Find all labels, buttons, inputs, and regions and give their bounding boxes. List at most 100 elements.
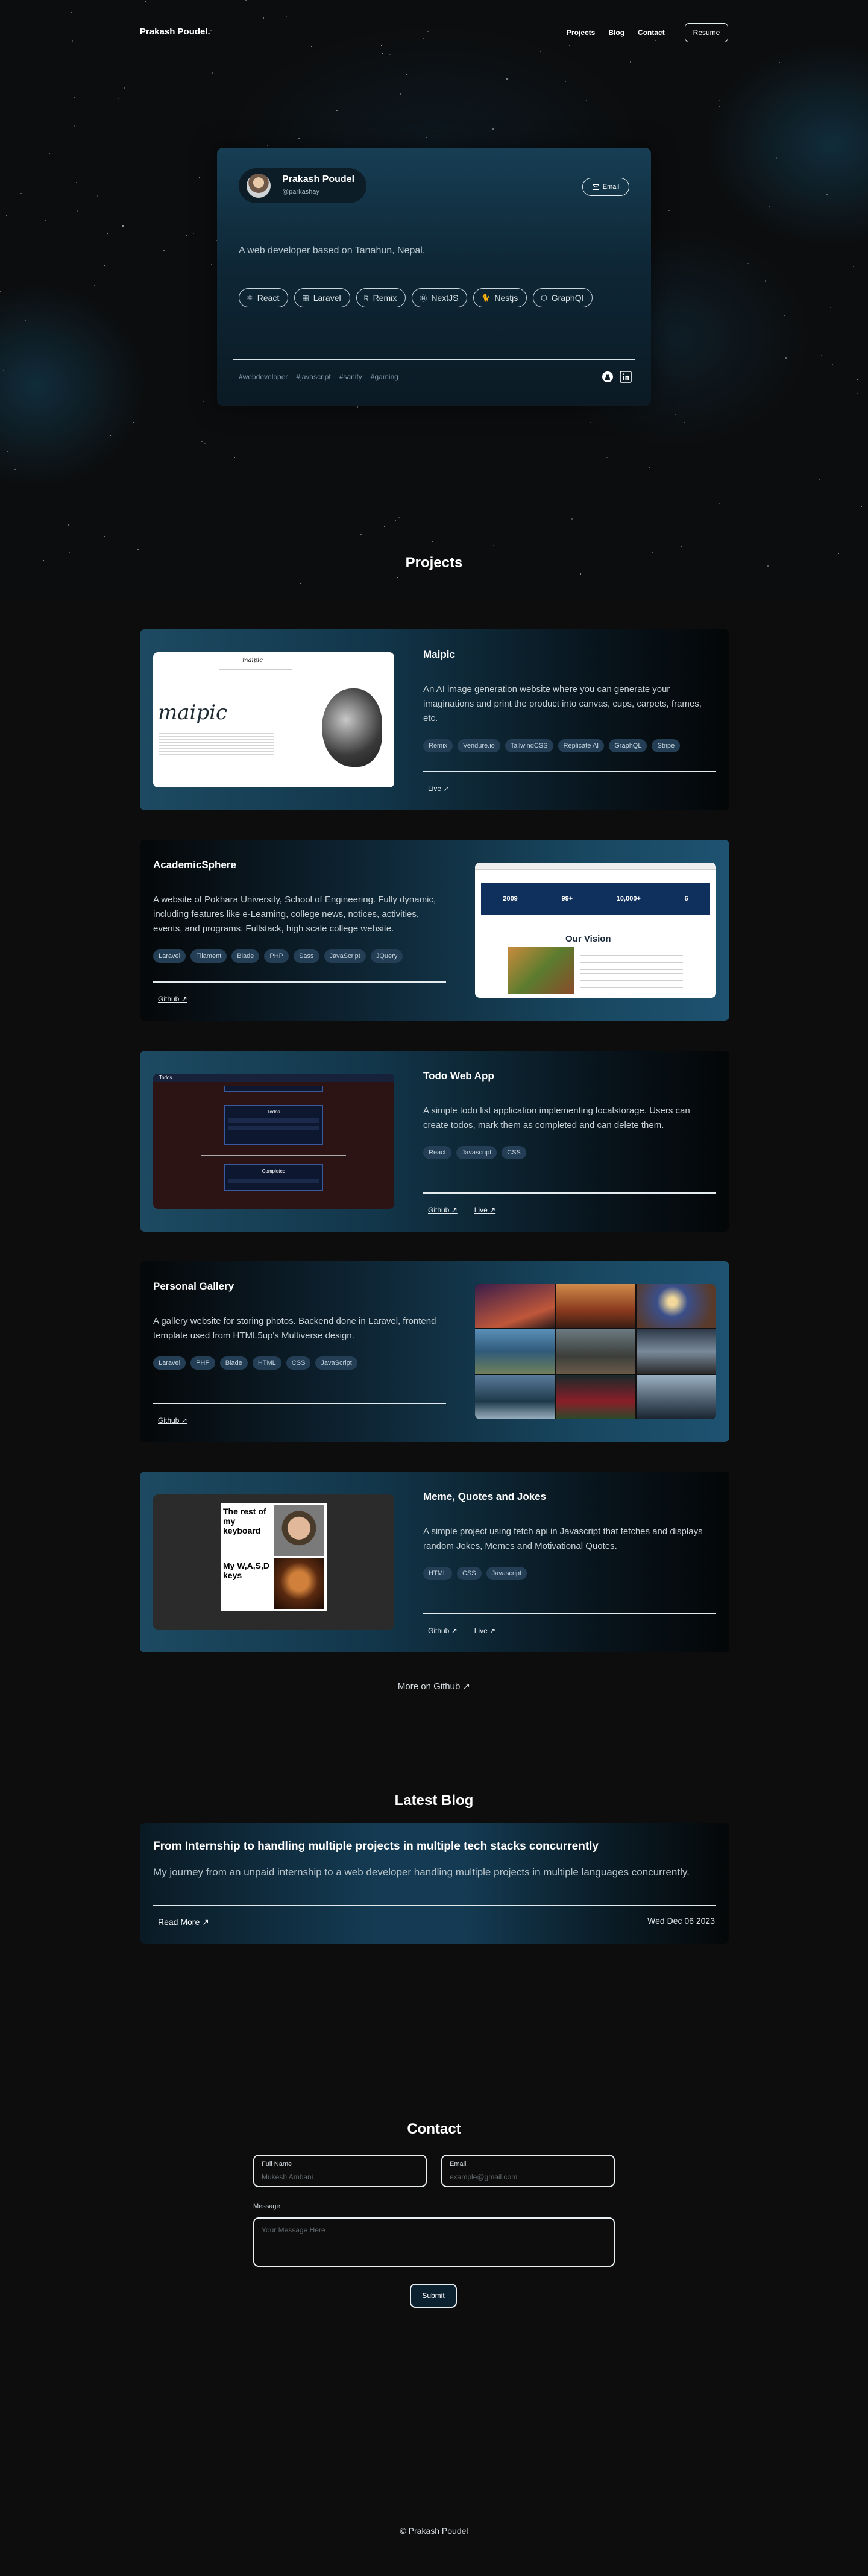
star [652, 552, 653, 553]
live-link[interactable]: Live ↗ [474, 1627, 495, 1635]
tag: #gaming [370, 373, 398, 381]
star [163, 250, 165, 251]
shot-input [224, 1086, 323, 1092]
star [360, 534, 362, 535]
star [357, 406, 358, 408]
star [203, 401, 204, 402]
star [74, 97, 75, 98]
profile-divider [233, 359, 635, 360]
stack-chip: Laravel [153, 1356, 186, 1370]
card-divider [153, 1403, 446, 1404]
nestjs-icon: 🐈 [481, 294, 491, 302]
star [68, 524, 69, 526]
full-name-field[interactable]: Full Name Mukesh Ambani [253, 2155, 427, 2187]
github-link[interactable]: Github ↗ [428, 1206, 458, 1214]
nav-link-blog[interactable]: Blog [608, 28, 624, 37]
github-icon[interactable] [600, 370, 615, 384]
profile-tags: #webdeveloper #javascript #sanity #gamin… [239, 373, 398, 381]
shot-paragraph [159, 731, 274, 755]
blog-title[interactable]: From Internship to handling multiple pro… [153, 1840, 599, 1853]
project-stack: HTML CSS Javascript [423, 1567, 716, 1580]
live-link[interactable]: Live ↗ [428, 784, 449, 793]
project-screenshot: 2009 99+ 10,000+ 6 Our Vision [475, 863, 716, 998]
github-link[interactable]: Github ↗ [158, 995, 187, 1003]
tech-nestjs: 🐈 Nestjs [473, 288, 527, 307]
project-links: Github ↗ Live ↗ [428, 1206, 495, 1214]
project-links: Github ↗ [158, 995, 187, 1003]
stack-chip: CSS [502, 1146, 526, 1159]
star [133, 422, 134, 423]
project-screenshot: maipic maipic [153, 652, 394, 787]
stack-chip: Blade [231, 949, 260, 963]
shot-completed-list: Completed [224, 1164, 323, 1191]
email-field[interactable]: Email example@gmail.com [441, 2155, 615, 2187]
live-link[interactable]: Live ↗ [474, 1206, 495, 1214]
tech-label: React [257, 293, 280, 303]
stack-chip: GraphQL [609, 739, 647, 752]
email-label: Email [602, 183, 620, 191]
email-button[interactable]: Email [582, 178, 629, 196]
star [400, 93, 401, 95]
submit-button[interactable]: Submit [410, 2284, 457, 2308]
shot-photo [508, 947, 574, 994]
project-info: Todo Web App A simple todo list applicat… [423, 1070, 716, 1159]
stack-chip: HTML [252, 1356, 281, 1370]
read-more-link[interactable]: Read More ↗ [158, 1917, 209, 1927]
shot-stats: 2009 99+ 10,000+ 6 [481, 883, 710, 915]
star [193, 233, 194, 234]
stack-chip: Stripe [652, 739, 681, 752]
star [76, 182, 77, 183]
blog-date: Wed Dec 06 2023 [647, 1916, 715, 1926]
message-field[interactable]: Your Message Here [253, 2217, 615, 2267]
star [122, 225, 124, 227]
star [110, 435, 111, 436]
gallery-photo [637, 1375, 716, 1419]
nextjs-icon: Ⓝ [420, 294, 427, 303]
stack-chip: CSS [456, 1567, 482, 1580]
project-description: A gallery website for storing photos. Ba… [153, 1316, 436, 1341]
more-on-github-link[interactable]: More on Github ↗ [0, 1681, 868, 1692]
project-stack: Laravel PHP Blade HTML CSS JavaScript [153, 1356, 446, 1370]
nav-link-projects[interactable]: Projects [567, 28, 595, 37]
shot-header: Todos [153, 1074, 394, 1082]
project-title: Meme, Quotes and Jokes [423, 1491, 547, 1502]
tech-label: Nestjs [494, 293, 518, 303]
star [819, 479, 820, 480]
project-stack: Remix Vendure.io TailwindCSS Replicate A… [423, 739, 716, 752]
nav-link-contact[interactable]: Contact [638, 28, 665, 37]
star [267, 145, 268, 146]
github-link[interactable]: Github ↗ [158, 1416, 187, 1425]
project-card-maipic: maipic maipic Maipic An AI image generat… [140, 629, 729, 810]
project-description: A website of Pokhara University, School … [153, 895, 436, 934]
tech-label: Remix [373, 293, 397, 303]
star [25, 320, 26, 321]
star [853, 266, 854, 267]
shot-divider [201, 1155, 346, 1156]
gallery-photo [475, 1329, 555, 1374]
project-description: An AI image generation website where you… [423, 684, 702, 723]
card-divider [153, 981, 446, 983]
project-description: A simple project using fetch api in Java… [423, 1526, 703, 1551]
shot-meme: The rest of my keyboard My W,A,S,D keys [221, 1503, 327, 1611]
star [861, 506, 862, 507]
linkedin-icon[interactable] [618, 370, 633, 384]
profile-card: Prakash Poudel @parkashay Email A web de… [217, 148, 651, 406]
field-label: Full Name [262, 2161, 292, 2168]
star [769, 206, 770, 207]
site-logo[interactable]: Prakash Poudel. [140, 27, 210, 37]
avatar [247, 174, 271, 198]
project-links: Github ↗ Live ↗ [428, 1627, 495, 1635]
tag: #webdeveloper [239, 373, 288, 381]
star [104, 536, 105, 537]
gallery-photo [475, 1375, 555, 1419]
tech-nextjs: Ⓝ NextJS [412, 288, 468, 307]
projects-heading: Projects [405, 555, 463, 571]
star [586, 100, 587, 101]
star [107, 233, 108, 234]
project-screenshot [475, 1284, 716, 1419]
star [20, 193, 22, 194]
star [395, 520, 396, 521]
star [668, 210, 670, 211]
github-link[interactable]: Github ↗ [428, 1627, 458, 1635]
resume-button[interactable]: Resume [685, 23, 728, 42]
